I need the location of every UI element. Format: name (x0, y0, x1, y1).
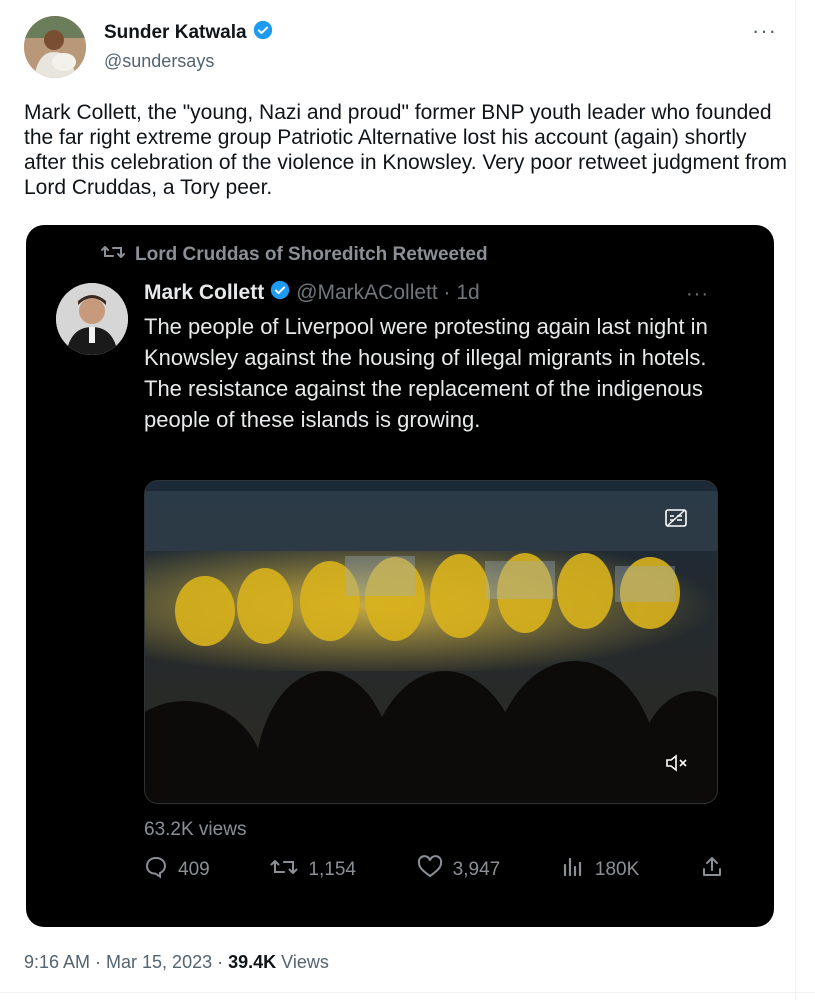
mute-icon (665, 753, 689, 778)
divider (0, 992, 815, 993)
retweet-icon (101, 243, 125, 267)
tweet-text: Mark Collett, the "young, Nazi and proud… (24, 101, 788, 199)
retweet-action: 1,154 (270, 856, 356, 884)
share-action (700, 855, 724, 885)
analytics-count: 180K (594, 859, 640, 880)
reply-action: 409 (144, 855, 210, 885)
like-icon (417, 855, 443, 885)
retweet-icon (270, 856, 298, 884)
author-block: Sunder Katwala @sundersays (104, 20, 273, 72)
analytics-action: 180K (561, 855, 639, 885)
verified-icon (253, 20, 273, 45)
analytics-icon (561, 855, 585, 885)
retweet-context: Lord Cruddas of Shoreditch Retweeted (101, 243, 488, 267)
quoted-views: 63.2K views (144, 819, 247, 840)
quoted-handle-time: @MarkACollett · 1d (296, 281, 480, 304)
quoted-avatar (56, 283, 128, 355)
embedded-screenshot[interactable]: Lord Cruddas of Shoreditch Retweeted Mar… (26, 225, 774, 927)
retweet-count: 1,154 (308, 859, 356, 880)
quoted-header: Mark Collett @MarkACollett · 1d (144, 280, 480, 306)
author-name[interactable]: Sunder Katwala (104, 22, 247, 44)
reply-count: 409 (178, 859, 210, 880)
tweet: Sunder Katwala @sundersays ··· Mark Coll… (0, 0, 815, 1000)
quoted-name: Mark Collett (144, 281, 265, 304)
column-border (795, 0, 796, 1000)
like-action: 3,947 (417, 855, 501, 885)
quoted-text: The people of Liverpool were protesting … (144, 314, 708, 432)
retweeted-by-label: Lord Cruddas of Shoreditch Retweeted (135, 244, 488, 265)
reply-icon (144, 855, 168, 885)
captions-icon (665, 509, 687, 532)
like-count: 3,947 (452, 859, 501, 880)
verified-icon (270, 280, 290, 306)
views-label: Views (276, 952, 329, 972)
tweet-timestamp[interactable]: 9:16 AM · Mar 15, 2023 · 39.4K Views (24, 952, 329, 973)
author-avatar[interactable] (24, 16, 86, 78)
video-thumbnail (144, 480, 718, 804)
more-icon: ··· (686, 283, 709, 305)
time-date: 9:16 AM · Mar 15, 2023 · (24, 952, 229, 972)
views-count: 39.4K (228, 952, 277, 972)
quoted-action-bar: 409 1,154 3,947 180K (144, 855, 724, 885)
more-icon[interactable]: ··· (752, 20, 777, 42)
share-icon (700, 855, 724, 885)
author-handle[interactable]: @sundersays (104, 51, 273, 72)
